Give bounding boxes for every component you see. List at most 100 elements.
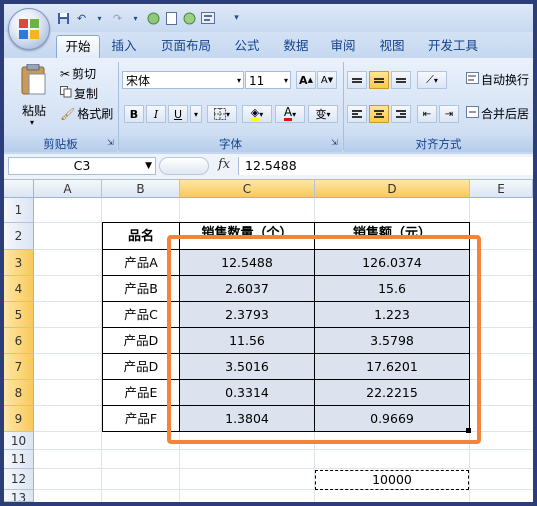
border-button[interactable]: ▾ bbox=[207, 105, 237, 123]
tab-home[interactable]: 开始 bbox=[56, 35, 100, 58]
row-header-6[interactable]: 6 bbox=[4, 328, 34, 354]
ribbon: 粘贴 ▾ ✂ 剪切 复制 🖌 格式刷 剪贴板 ⇲ 宋体 ▾ 11 ▾ A ▲ A… bbox=[4, 58, 533, 155]
tab-view[interactable]: 视图 bbox=[375, 35, 409, 57]
row-header-1[interactable]: 1 bbox=[4, 198, 34, 223]
fx-icon[interactable]: fx bbox=[218, 157, 230, 172]
font-color-icon: A bbox=[283, 105, 293, 121]
merge-center-label: 合并后居 bbox=[481, 107, 530, 121]
row-header-2[interactable]: 2 bbox=[4, 223, 34, 250]
font-name-select[interactable]: 宋体 ▾ bbox=[122, 71, 244, 89]
tab-insert[interactable]: 插入 bbox=[107, 35, 141, 57]
scissors-icon: ✂ bbox=[60, 67, 71, 81]
cut-label: 剪切 bbox=[72, 67, 97, 81]
row-header-7[interactable]: 7 bbox=[4, 354, 34, 380]
align-center-icon bbox=[374, 109, 384, 119]
gridline bbox=[34, 468, 533, 469]
copied-cell[interactable]: 10000 bbox=[315, 470, 469, 490]
excel-window: ↶ ▾ ↷ ▾ ▾ 开始 插入 页面布局 公式 数据 审阅 视图 开发工具 粘贴… bbox=[4, 4, 533, 502]
tab-review[interactable]: 审阅 bbox=[326, 35, 360, 57]
new-doc-icon[interactable] bbox=[164, 11, 179, 26]
align-right-button[interactable] bbox=[391, 105, 411, 123]
font-group-label: 字体 bbox=[119, 136, 342, 152]
chevron-down-icon[interactable]: ▾ bbox=[128, 11, 143, 26]
increase-indent-icon: ⇥ bbox=[444, 108, 454, 120]
paste-button[interactable]: 粘贴 ▾ bbox=[14, 62, 54, 132]
name-box[interactable]: C3 ▼ bbox=[8, 157, 156, 175]
align-left-icon bbox=[352, 109, 362, 119]
align-center-button[interactable] bbox=[369, 105, 389, 123]
align-bottom-button[interactable] bbox=[391, 71, 411, 89]
fill-color-button[interactable]: ◈ ▾ bbox=[242, 105, 272, 123]
phonetic-icon: 变 bbox=[315, 108, 327, 121]
column-header-b[interactable]: B bbox=[102, 180, 180, 198]
gridline bbox=[34, 449, 533, 450]
dialog-launcher-icon[interactable]: ⇲ bbox=[107, 138, 114, 147]
font-size-value: 11 bbox=[249, 74, 265, 88]
row-header-5[interactable]: 5 bbox=[4, 302, 34, 328]
row-header-8[interactable]: 8 bbox=[4, 380, 34, 406]
align-top-button[interactable] bbox=[347, 71, 367, 89]
merge-center-button[interactable]: 合并后居 bbox=[466, 105, 529, 123]
copy-icon bbox=[60, 85, 72, 103]
align-right-icon bbox=[396, 109, 406, 119]
alignment-group-label: 对齐方式 bbox=[344, 136, 533, 152]
chevron-down-icon: ▾ bbox=[30, 118, 35, 127]
wrap-text-label: 自动换行 bbox=[481, 73, 530, 87]
format-painter-icon: 🖌 bbox=[60, 107, 76, 121]
italic-button[interactable]: I bbox=[146, 105, 166, 123]
column-header-a[interactable]: A bbox=[34, 180, 102, 198]
row-header-13[interactable]: 13 bbox=[4, 490, 34, 502]
formula-input[interactable]: 12.5488 bbox=[238, 157, 533, 175]
shrink-font-button[interactable]: A ▼ bbox=[317, 71, 337, 89]
copy-button[interactable]: 复制 bbox=[60, 85, 98, 103]
shrink-font-icon: A bbox=[320, 74, 328, 86]
select-all-corner[interactable] bbox=[4, 180, 34, 198]
row-header-9[interactable]: 9 bbox=[4, 406, 34, 432]
chevron-down-icon[interactable]: ▾ bbox=[190, 105, 202, 123]
tab-data[interactable]: 数据 bbox=[279, 35, 313, 57]
font-size-select[interactable]: 11 ▾ bbox=[245, 71, 291, 89]
redo-icon[interactable]: ↷ bbox=[110, 11, 125, 26]
grow-font-button[interactable]: A ▲ bbox=[296, 71, 316, 89]
cut-button[interactable]: ✂ 剪切 bbox=[60, 65, 96, 83]
wrap-text-button[interactable]: 自动换行 bbox=[466, 71, 529, 89]
tab-developer[interactable]: 开发工具 bbox=[423, 35, 483, 57]
dialog-launcher-icon[interactable]: ⇲ bbox=[331, 138, 338, 147]
separator bbox=[218, 11, 226, 26]
open-icon[interactable] bbox=[182, 11, 197, 26]
circle-icon[interactable] bbox=[146, 11, 161, 26]
increase-indent-button[interactable]: ⇥ bbox=[439, 105, 459, 123]
chevron-down-icon[interactable]: ▾ bbox=[92, 11, 107, 26]
row-header-3[interactable]: 3 bbox=[4, 250, 34, 276]
decrease-indent-button[interactable]: ⇤ bbox=[417, 105, 437, 123]
align-middle-button[interactable] bbox=[369, 71, 389, 89]
merge-icon bbox=[466, 105, 479, 123]
undo-icon[interactable]: ↶ bbox=[74, 11, 89, 26]
tab-formulas[interactable]: 公式 bbox=[230, 35, 264, 57]
row-header-11[interactable]: 11 bbox=[4, 450, 34, 469]
grow-font-icon: A bbox=[299, 73, 308, 87]
underline-button[interactable]: U bbox=[168, 105, 188, 123]
customize-icon[interactable]: ▾ bbox=[229, 11, 244, 26]
phonetic-button[interactable]: 变 ▾ bbox=[308, 105, 338, 123]
row-header-12[interactable]: 12 bbox=[4, 469, 34, 490]
row-header-10[interactable]: 10 bbox=[4, 432, 34, 450]
tab-page-layout[interactable]: 页面布局 bbox=[156, 35, 216, 57]
font-color-button[interactable]: A ▾ bbox=[275, 105, 305, 123]
column-header-c[interactable]: C bbox=[180, 180, 315, 198]
column-header-e[interactable]: E bbox=[470, 180, 533, 198]
office-button[interactable] bbox=[8, 8, 50, 50]
clipboard-group-label: 剪贴板 bbox=[4, 136, 117, 152]
align-top-icon bbox=[352, 77, 362, 84]
copy-label: 复制 bbox=[74, 87, 99, 101]
preview-icon[interactable] bbox=[200, 11, 215, 26]
orientation-button[interactable]: ⟋ ▾ bbox=[417, 71, 447, 89]
save-icon[interactable] bbox=[56, 11, 71, 26]
formula-bar-divider[interactable] bbox=[159, 157, 209, 175]
font-name-value: 宋体 bbox=[126, 74, 151, 88]
align-left-button[interactable] bbox=[347, 105, 367, 123]
format-painter-button[interactable]: 🖌 格式刷 bbox=[60, 105, 113, 123]
bold-button[interactable]: B bbox=[124, 105, 144, 123]
row-header-4[interactable]: 4 bbox=[4, 276, 34, 302]
column-header-d[interactable]: D bbox=[315, 180, 470, 198]
